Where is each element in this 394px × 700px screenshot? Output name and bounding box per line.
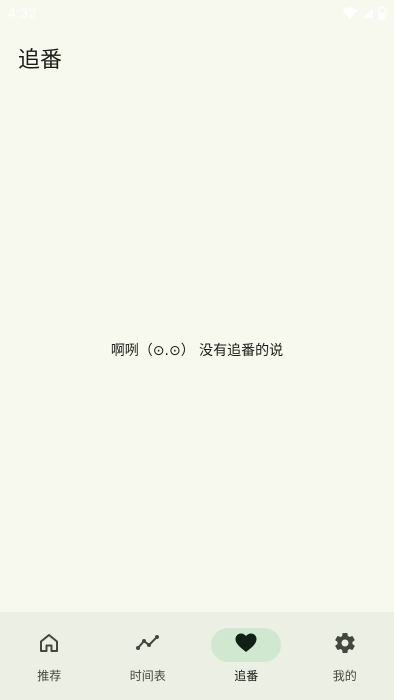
nav-item-following[interactable]: 追番 [197, 612, 296, 700]
nav-item-timeline[interactable]: 时间表 [99, 612, 198, 700]
nav-label: 追番 [234, 669, 259, 683]
status-icons [342, 6, 386, 20]
nav-label: 推荐 [37, 669, 62, 683]
nav-label: 我的 [332, 669, 357, 683]
nav-icon-container [310, 628, 380, 662]
nav-icon-container [113, 628, 183, 662]
empty-state-message: 啊咧（⊙.⊙） 没有追番的说 [110, 343, 284, 359]
heart-icon [234, 631, 258, 659]
nav-item-recommend[interactable]: 推荐 [0, 612, 99, 700]
wifi-icon [342, 6, 358, 20]
nav-item-profile[interactable]: 我的 [296, 612, 394, 700]
status-time: 4:32 [8, 5, 37, 21]
nav-icon-container [14, 628, 84, 662]
status-bar: 4:32 [0, 0, 394, 26]
timeline-icon [135, 631, 161, 659]
gear-icon [333, 631, 357, 659]
nav-active-indicator [211, 628, 282, 662]
signal-icon [362, 7, 374, 19]
battery-icon [378, 6, 386, 20]
bottom-navigation: 推荐 时间表 追番 我的 [0, 612, 394, 700]
page-title: 追番 [18, 48, 63, 73]
home-icon [37, 631, 61, 659]
nav-label: 时间表 [129, 669, 166, 683]
